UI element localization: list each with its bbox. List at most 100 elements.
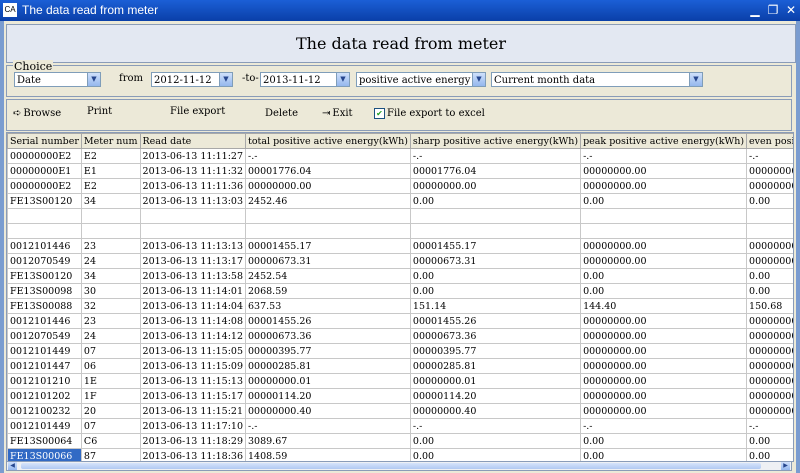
table-row[interactable]: FE13S00120 34 2013-06-13 11:13:03 2452.46 0.…	[7, 193, 793, 209]
table-cell: 00000000.00	[409, 178, 582, 194]
to-date-value: 2013-11-12	[263, 75, 321, 86]
table-cell: 0.00	[746, 448, 793, 461]
column-header[interactable]: Meter num	[80, 133, 141, 149]
table-row[interactable]	[7, 208, 793, 224]
table-cell: -.-	[245, 148, 411, 164]
type-select-value: Date	[17, 75, 41, 86]
type-select[interactable]: Date ▼	[14, 72, 101, 87]
table-cell: 2013-06-13 11:15:09	[139, 358, 247, 374]
table-row[interactable]	[7, 223, 793, 239]
table-cell: 0.00	[746, 433, 793, 449]
delete-button[interactable]: Delete	[265, 108, 298, 119]
data-grid[interactable]: Serial number Meter num Read date total pos…	[6, 132, 794, 462]
table-cell: 0012100232	[7, 403, 82, 419]
table-cell: 00001455.17	[409, 238, 582, 254]
scroll-thumb[interactable]	[21, 463, 761, 469]
chevron-down-icon[interactable]: ▼	[336, 73, 349, 86]
column-header[interactable]: sharp positive active energy(kWh)	[409, 133, 582, 149]
column-header[interactable]: peak positive active energy(kWh)	[580, 133, 748, 149]
window-client: The data read from meter Choice Date ▼ f…	[4, 21, 796, 473]
table-row[interactable]: FE13S00064 C6 2013-06-13 11:18:29 3089.67 0.…	[7, 433, 793, 449]
header-panel: The data read from meter	[6, 24, 796, 63]
table-cell: 07	[80, 418, 141, 434]
file-export-button[interactable]: File export	[170, 106, 225, 117]
table-row[interactable]: 0012101202 1F 2013-06-13 11:15:17 00000114.…	[7, 388, 793, 404]
table-row[interactable]: 0012101210 1E 2013-06-13 11:15:13 00000000.…	[7, 373, 793, 389]
table-row[interactable]: 0012101446 23 2013-06-13 11:13:13 00001455.…	[7, 238, 793, 254]
export-excel-checkbox[interactable]: ✔ File export to excel	[374, 108, 485, 119]
table-cell: 2013-06-13 11:13:03	[139, 193, 247, 209]
table-cell: -.-	[245, 418, 411, 434]
scroll-left-icon[interactable]: ◀	[8, 462, 17, 470]
table-cell: 0.00	[409, 268, 582, 284]
horizontal-scrollbar[interactable]: ◀ ▶	[6, 461, 792, 471]
table-row[interactable]: 00000000E2 E2 2013-06-13 11:11:36 00000000.…	[7, 178, 793, 194]
exit-button[interactable]: ⇥ Exit	[322, 108, 353, 119]
browse-button[interactable]: ➪ Browse	[13, 108, 61, 119]
energy-type-select[interactable]: positive active energy ▼	[356, 72, 486, 87]
table-row[interactable]: 0012100232 20 2013-06-13 11:15:21 00000000.…	[7, 403, 793, 419]
table-cell: 00000000.00	[746, 238, 793, 254]
table-cell: 0012070549	[7, 253, 82, 269]
table-row[interactable]: FE13S00120 34 2013-06-13 11:13:58 2452.54 0.…	[7, 268, 793, 284]
table-row[interactable]: 0012101446 23 2013-06-13 11:14:08 00001455.…	[7, 313, 793, 329]
table-cell: 32	[80, 298, 141, 314]
column-header[interactable]: even positive active ener	[746, 133, 793, 149]
from-label: from	[119, 73, 143, 84]
table-cell: 00000000.00	[580, 403, 748, 419]
table-row[interactable]: 0012101449 07 2013-06-13 11:15:05 00000395.…	[7, 343, 793, 359]
table-row[interactable]: FE13S00098 30 2013-06-13 11:14:01 2068.59 0.…	[7, 283, 793, 299]
table-cell: 00001455.26	[245, 313, 411, 329]
table-cell: 00001776.04	[409, 163, 582, 179]
table-cell: 00000000.00	[746, 178, 793, 194]
table-cell: 0012101449	[7, 343, 82, 359]
table-cell: 00000000.00	[746, 403, 793, 419]
table-row[interactable]: 0012070549 24 2013-06-13 11:14:12 00000673.…	[7, 328, 793, 344]
table-cell: 0.00	[409, 448, 582, 461]
period-select[interactable]: Current month data ▼	[491, 72, 703, 87]
table-cell	[409, 223, 582, 239]
table-cell: 00000000.00	[580, 313, 748, 329]
print-button[interactable]: Print	[87, 106, 112, 117]
chevron-down-icon[interactable]: ▼	[219, 73, 232, 86]
table-cell: 00000114.20	[245, 388, 411, 404]
restore-icon[interactable]: ❐	[766, 3, 780, 17]
table-cell: 00000000E2	[7, 178, 82, 194]
table-cell: 00000000.00	[746, 343, 793, 359]
from-date-picker[interactable]: 2012-11-12 ▼	[151, 72, 233, 87]
column-header[interactable]: Serial number	[7, 133, 82, 149]
chevron-down-icon[interactable]: ▼	[689, 73, 702, 86]
table-row[interactable]: 0012101447 06 2013-06-13 11:15:09 00000285.…	[7, 358, 793, 374]
minimize-icon[interactable]: ▁	[748, 3, 762, 17]
table-cell: 2452.46	[245, 193, 411, 209]
table-row[interactable]: 00000000E2 E2 2013-06-13 11:11:27 -.- -.- -.-…	[7, 148, 793, 164]
table-cell: 07	[80, 343, 141, 359]
table-row[interactable]: 0012101449 07 2013-06-13 11:17:10 -.- -.- -.-…	[7, 418, 793, 434]
table-cell: 00001455.26	[409, 313, 582, 329]
table-cell: 30	[80, 283, 141, 299]
column-header[interactable]: Read date	[139, 133, 247, 149]
data-table: Serial number Meter num Read date total pos…	[7, 133, 793, 461]
table-row[interactable]: 00000000E1 E1 2013-06-13 11:11:32 00001776.…	[7, 163, 793, 179]
table-cell: 2013-06-13 11:17:10	[139, 418, 247, 434]
table-cell: 00000000.00	[580, 253, 748, 269]
table-row[interactable]: 0012070549 24 2013-06-13 11:13:17 00000673.…	[7, 253, 793, 269]
scroll-right-icon[interactable]: ▶	[781, 462, 790, 470]
table-cell: 2013-06-13 11:14:04	[139, 298, 247, 314]
table-cell: 0.00	[409, 283, 582, 299]
table-row[interactable]: FE13S00088 32 2013-06-13 11:14:04 637.53 151…	[7, 298, 793, 314]
chevron-down-icon[interactable]: ▼	[472, 73, 485, 86]
to-date-picker[interactable]: 2013-11-12 ▼	[260, 72, 350, 87]
table-cell: -.-	[409, 148, 582, 164]
table-cell: 20	[80, 403, 141, 419]
table-row[interactable]: FE13S00066 87 2013-06-13 11:18:36 1408.59 0.…	[7, 448, 793, 461]
table-cell: 00000000.00	[746, 313, 793, 329]
chevron-down-icon[interactable]: ▼	[87, 73, 100, 86]
table-cell: 00000000.00	[746, 253, 793, 269]
close-icon[interactable]: ✕	[784, 3, 798, 17]
table-cell: 0.00	[746, 193, 793, 209]
table-cell: 00000000.40	[245, 403, 411, 419]
table-cell: E2	[80, 178, 141, 194]
table-cell: 2013-06-13 11:15:17	[139, 388, 247, 404]
column-header[interactable]: total positive active energy(kWh)	[245, 133, 411, 149]
